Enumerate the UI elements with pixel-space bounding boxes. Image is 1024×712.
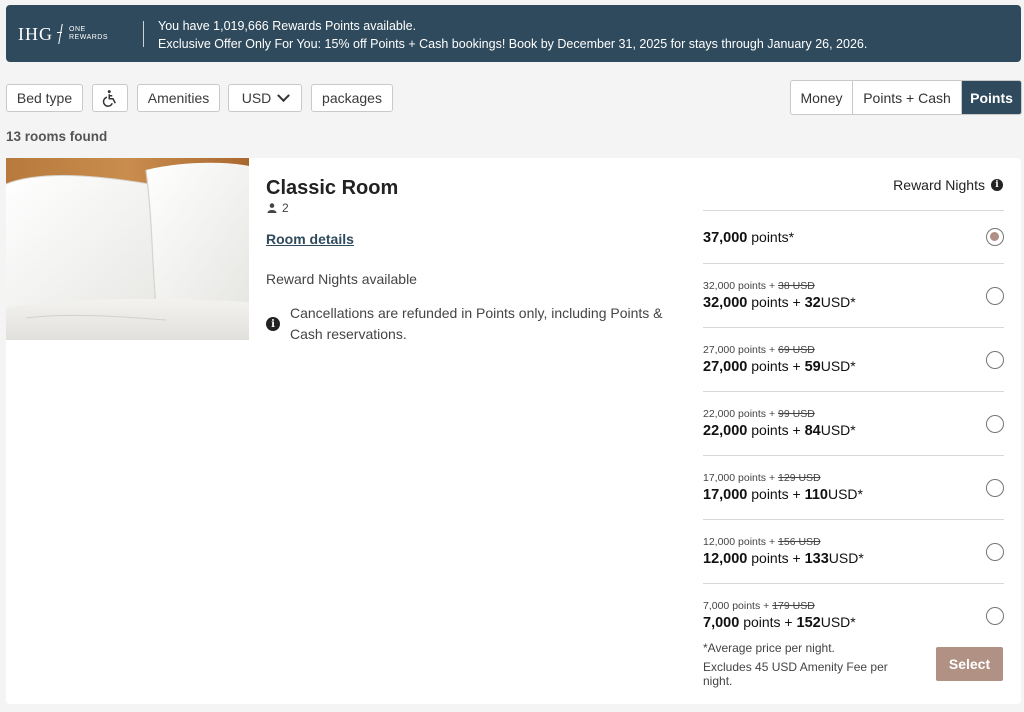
rate-original-price: 22,000 points + 99 USD — [703, 408, 815, 420]
results-count: 13 rooms found — [6, 129, 108, 144]
rate-radio[interactable] — [986, 351, 1004, 369]
amenity-fee-note: Excludes 45 USD Amenity Fee per night. — [703, 660, 888, 688]
rate-price: 27,000 points + 59USD* — [703, 358, 856, 375]
rate-option[interactable]: 12,000 points + 156 USD 12,000 points + … — [703, 519, 1004, 583]
rate-radio[interactable] — [986, 479, 1004, 497]
toggle-points-cash[interactable]: Points + Cash — [853, 81, 962, 114]
rate-original-price: 27,000 points + 69 USD — [703, 344, 815, 356]
rate-option[interactable]: 27,000 points + 69 USD 27,000 points + 5… — [703, 327, 1004, 391]
rate-header-label: Reward Nights — [893, 177, 985, 193]
room-card: Classic Room 2 Room details Reward Night… — [6, 158, 1021, 704]
guest-capacity: 2 — [267, 201, 289, 215]
rate-price: 12,000 points + 133USD* — [703, 550, 864, 567]
rate-header: Reward Nights i — [893, 177, 1003, 193]
rate-option[interactable]: 22,000 points + 99 USD 22,000 points + 8… — [703, 391, 1004, 455]
rate-option[interactable]: 7,000 points + 179 USD 7,000 points + 15… — [703, 583, 1004, 643]
rate-options: 37,000 points* 32,000 points + 38 USD 32… — [703, 210, 1004, 643]
accessibility-icon — [102, 90, 116, 107]
bed-type-filter[interactable]: Bed type — [6, 84, 83, 112]
rate-option[interactable]: 32,000 points + 38 USD 32,000 points + 3… — [703, 263, 1004, 327]
rate-original-price: 7,000 points + 179 USD — [703, 600, 815, 612]
banner-divider — [143, 21, 144, 47]
logo-mark-icon — [56, 23, 66, 45]
select-button[interactable]: Select — [936, 647, 1003, 681]
rate-original-price: 32,000 points + 38 USD — [703, 280, 815, 292]
logo-sub-text: ONE REWARDS — [69, 26, 109, 41]
person-icon — [267, 203, 277, 213]
ihg-one-rewards-logo: IHG ONE REWARDS — [18, 23, 108, 45]
chevron-down-icon — [277, 88, 291, 102]
rate-radio[interactable] — [986, 287, 1004, 305]
rate-price: 37,000 points* — [703, 229, 795, 246]
rate-price: 32,000 points + 32USD* — [703, 294, 856, 311]
room-details-link[interactable]: Room details — [266, 231, 354, 247]
rate-radio[interactable] — [986, 607, 1004, 625]
room-title: Classic Room — [266, 177, 399, 199]
amenities-filter[interactable]: Amenities — [137, 84, 220, 112]
room-photo — [6, 158, 249, 340]
rate-price: 22,000 points + 84USD* — [703, 422, 856, 439]
accessibility-filter[interactable] — [92, 84, 128, 112]
average-price-note: *Average price per night. — [703, 641, 835, 655]
rate-option[interactable]: 17,000 points + 129 USD 17,000 points + … — [703, 455, 1004, 519]
info-icon: i — [266, 317, 280, 331]
rate-radio[interactable] — [986, 543, 1004, 561]
packages-filter[interactable]: packages — [311, 84, 393, 112]
cancellation-notice: i Cancellations are refunded in Points o… — [266, 303, 686, 345]
cancellation-text: Cancellations are refunded in Points onl… — [290, 305, 663, 342]
rate-original-price: 12,000 points + 156 USD — [703, 536, 821, 548]
rate-original-price: 17,000 points + 129 USD — [703, 472, 821, 484]
rate-radio[interactable] — [986, 228, 1004, 246]
info-icon[interactable]: i — [991, 179, 1003, 191]
rate-price: 17,000 points + 110USD* — [703, 486, 863, 503]
rewards-banner: IHG ONE REWARDS You have 1,019,666 Rewar… — [6, 5, 1021, 62]
currency-select[interactable]: USD — [228, 84, 302, 112]
rate-radio[interactable] — [986, 415, 1004, 433]
logo-ihg-text: IHG — [18, 23, 53, 44]
payment-type-toggle: Money Points + Cash Points — [790, 80, 1022, 115]
currency-value: USD — [241, 90, 272, 106]
toggle-points[interactable]: Points — [962, 81, 1021, 114]
rate-option[interactable]: 37,000 points* — [703, 210, 1004, 263]
rate-price: 7,000 points + 152USD* — [703, 614, 856, 631]
guest-count: 2 — [282, 201, 289, 215]
points-balance-text: You have 1,019,666 Rewards Points availa… — [158, 19, 417, 33]
reward-nights-availability: Reward Nights available — [266, 271, 417, 287]
exclusive-offer-text: Exclusive Offer Only For You: 15% off Po… — [158, 37, 868, 51]
toggle-money[interactable]: Money — [791, 81, 853, 114]
banner-message: You have 1,019,666 Rewards Points availa… — [158, 17, 867, 53]
